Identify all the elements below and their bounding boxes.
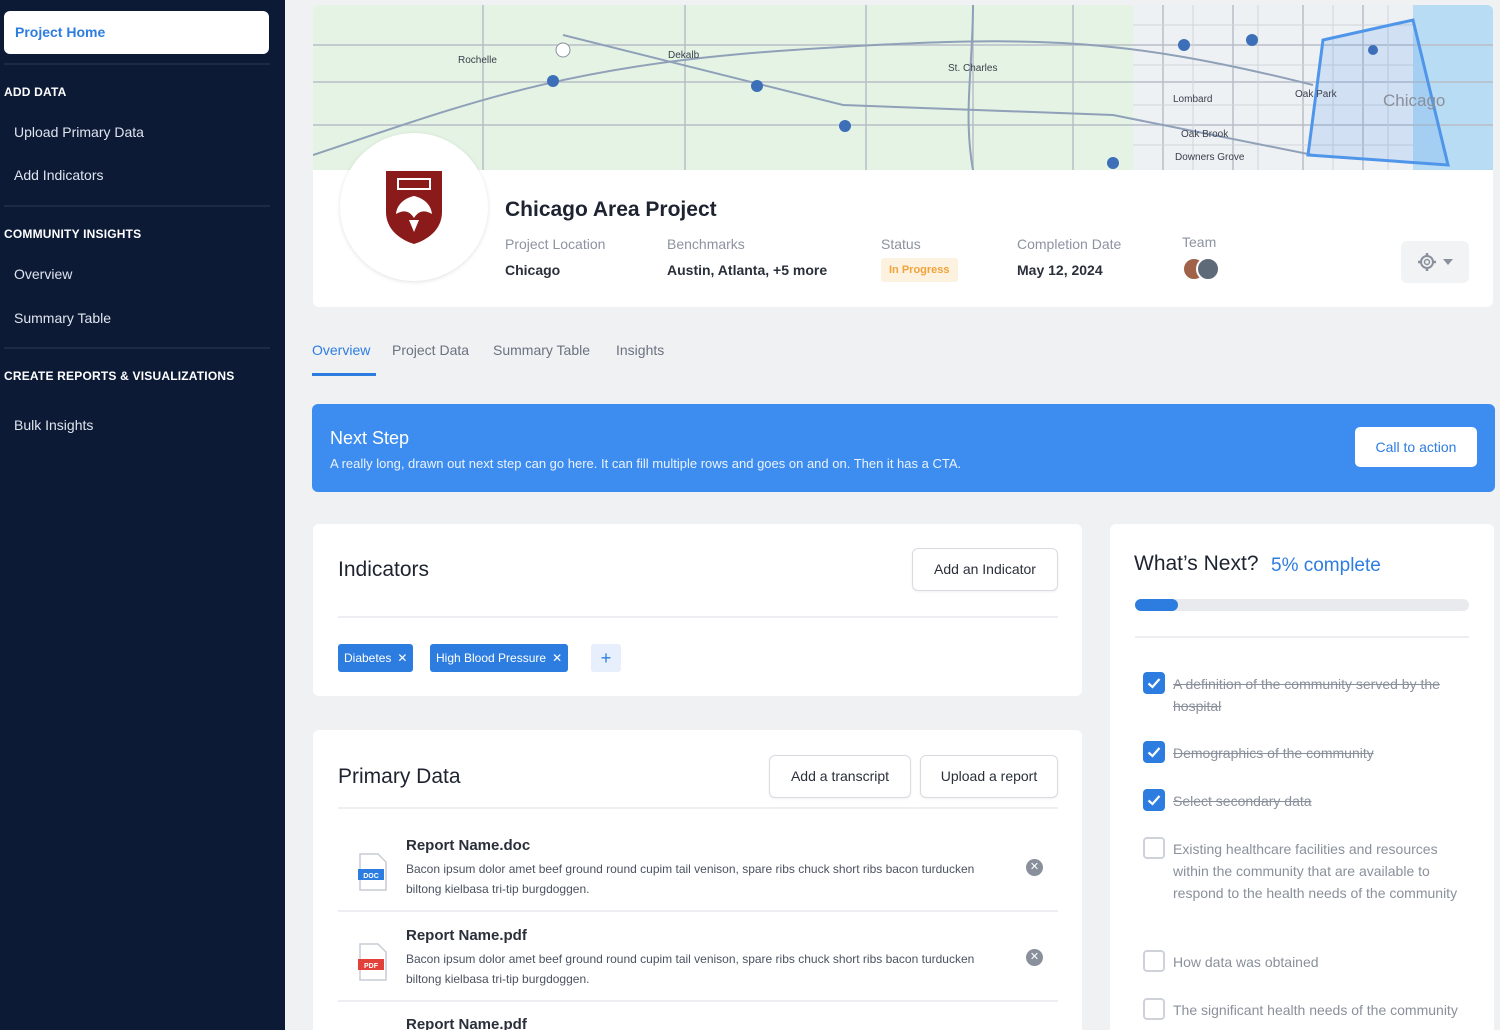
- divider: [338, 910, 1058, 912]
- checklist-item-label: Demographics of the community: [1173, 745, 1374, 761]
- map-label: Rochelle: [458, 55, 497, 66]
- checklist-item-label: Select secondary data: [1173, 793, 1312, 809]
- checklist-item-label: A definition of the community served by …: [1173, 676, 1440, 714]
- settings-dropdown-button[interactable]: [1401, 241, 1469, 283]
- meta-label-completion-date: Completion Date: [1017, 236, 1122, 252]
- divider: [338, 807, 1058, 809]
- sidebar-divider: [4, 347, 270, 349]
- add-indicator-button[interactable]: Add an Indicator: [912, 548, 1058, 591]
- doc-file-icon: DOC: [358, 853, 387, 891]
- sidebar-divider: [4, 205, 270, 207]
- map-label: Chicago: [1383, 91, 1445, 110]
- check-icon: [1147, 678, 1161, 689]
- tab-insights[interactable]: Insights: [616, 342, 664, 358]
- meta-label-team: Team: [1182, 234, 1217, 250]
- meta-label-location: Project Location: [505, 236, 606, 252]
- meta-value-completion-date: May 12, 2024: [1017, 262, 1103, 278]
- add-chip-button[interactable]: +: [591, 644, 621, 672]
- chip-label: Diabetes: [344, 651, 392, 665]
- project-area-map[interactable]: Rochelle Dekalb St. Charles Lombard Oak …: [313, 5, 1493, 170]
- file-type-label: DOC: [363, 873, 379, 880]
- next-step-banner: Next Step A really long, drawn out next …: [312, 404, 1495, 492]
- meta-value-location: Chicago: [505, 262, 561, 278]
- file-description: Bacon ipsum dolor amet beef ground round…: [406, 952, 975, 986]
- chevron-down-icon: [1443, 259, 1453, 265]
- close-icon[interactable]: ✕: [1026, 949, 1043, 966]
- project-logo: [340, 133, 488, 281]
- map-label: Dekalb: [668, 50, 700, 61]
- checkbox[interactable]: [1143, 837, 1165, 859]
- banner-title: Next Step: [330, 428, 410, 448]
- close-icon[interactable]: ✕: [397, 651, 407, 665]
- sidebar-item-add-indicators[interactable]: Add Indicators: [14, 167, 104, 183]
- sidebar-section-add-data: ADD DATA: [4, 85, 67, 99]
- gear-icon: [1418, 253, 1436, 271]
- university-seal-logo: [386, 171, 442, 244]
- meta-label-benchmarks: Benchmarks: [667, 236, 745, 252]
- tab-project-data[interactable]: Project Data: [392, 342, 469, 358]
- avatar[interactable]: [1196, 257, 1220, 281]
- indicator-chip[interactable]: Diabetes ✕: [338, 644, 414, 672]
- list-item[interactable]: PDF Report Name.pdf Bacon ipsum dolor am…: [338, 927, 1058, 1017]
- call-to-action-button[interactable]: Call to action: [1355, 427, 1477, 467]
- file-description: Bacon ipsum dolor amet beef ground round…: [406, 862, 975, 896]
- indicators-title: Indicators: [338, 558, 430, 581]
- list-item[interactable]: Report Name.pdf: [338, 1016, 1058, 1030]
- upload-report-button[interactable]: Upload a report: [920, 755, 1058, 798]
- chip-label: High Blood Pressure: [436, 651, 547, 665]
- close-icon[interactable]: ✕: [1026, 859, 1043, 876]
- tab-summary-table[interactable]: Summary Table: [493, 342, 590, 358]
- file-name[interactable]: Report Name.doc: [406, 837, 530, 854]
- sidebar-section-create-reports: CREATE REPORTS & VISUALIZATIONS: [4, 369, 235, 383]
- divider: [338, 1000, 1058, 1002]
- sidebar-item-project-home[interactable]: Project Home: [4, 11, 269, 54]
- indicator-chip[interactable]: High Blood Pressure ✕: [430, 644, 569, 672]
- checkbox[interactable]: [1143, 741, 1165, 763]
- map-label: Downers Grove: [1175, 152, 1245, 163]
- pdf-file-icon: PDF: [358, 943, 387, 981]
- tab-overview[interactable]: Overview: [312, 342, 370, 358]
- file-name[interactable]: Report Name.pdf: [406, 1016, 527, 1030]
- file-name[interactable]: Report Name.pdf: [406, 927, 527, 944]
- sidebar-section-community-insights: COMMUNITY INSIGHTS: [4, 227, 142, 241]
- completion-progress-bar: [1135, 599, 1469, 611]
- meta-label-status: Status: [881, 236, 921, 252]
- divider: [338, 616, 1058, 618]
- sidebar-item-overview[interactable]: Overview: [14, 266, 72, 282]
- map-label: St. Charles: [948, 63, 997, 74]
- sidebar: Project Home ADD DATA Upload Primary Dat…: [0, 0, 285, 1030]
- sidebar-item-upload-primary-data[interactable]: Upload Primary Data: [14, 124, 144, 140]
- checklist-item-label: Existing healthcare facilities and resou…: [1173, 841, 1458, 901]
- close-icon[interactable]: ✕: [552, 651, 562, 665]
- sidebar-divider: [4, 63, 270, 65]
- map-label: Oak Brook: [1181, 129, 1229, 140]
- check-icon: [1147, 795, 1161, 806]
- add-transcript-button[interactable]: Add a transcript: [769, 755, 911, 798]
- plus-icon: +: [600, 648, 612, 668]
- checkbox[interactable]: [1143, 789, 1165, 811]
- map-label: Oak Park: [1295, 89, 1338, 100]
- active-tab-indicator: [312, 373, 376, 376]
- primary-data-title: Primary Data: [338, 765, 461, 788]
- divider: [1135, 636, 1469, 638]
- checkbox[interactable]: [1143, 950, 1165, 972]
- checklist-item-label: How data was obtained: [1173, 954, 1319, 970]
- whats-next-title: What’s Next?: [1134, 552, 1259, 575]
- status-badge: In Progress: [881, 258, 958, 282]
- progress-fill: [1135, 599, 1179, 611]
- check-icon: [1147, 747, 1161, 758]
- sidebar-item-bulk-insights[interactable]: Bulk Insights: [14, 417, 93, 433]
- meta-value-benchmarks[interactable]: Austin, Atlanta, +5 more: [667, 262, 827, 278]
- checklist-item-label: The significant health needs of the comm…: [1173, 1002, 1458, 1018]
- completion-percent: 5% complete: [1271, 555, 1381, 576]
- sidebar-item-summary-table[interactable]: Summary Table: [14, 310, 111, 326]
- map-label: Lombard: [1173, 94, 1212, 105]
- list-item[interactable]: DOC Report Name.doc Bacon ipsum dolor am…: [338, 837, 1058, 927]
- project-title: Chicago Area Project: [505, 198, 717, 221]
- banner-text: A really long, drawn out next step can g…: [330, 456, 962, 471]
- team-avatars[interactable]: [1182, 257, 1232, 283]
- checkbox[interactable]: [1143, 998, 1165, 1020]
- checkbox[interactable]: [1143, 672, 1165, 694]
- file-type-label: PDF: [364, 963, 379, 970]
